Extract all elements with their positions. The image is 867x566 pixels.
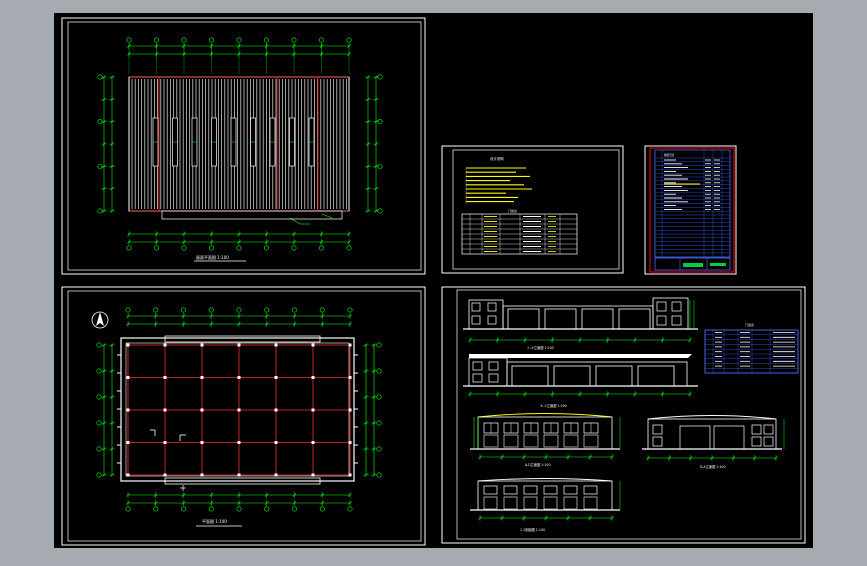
elevation-d-title: D-A立面图 1:100 [700, 464, 725, 469]
roof-plan-title: 屋面平面图 1:100 [196, 254, 229, 260]
door-table-title: 门窗表 [508, 208, 517, 213]
cad-viewport[interactable]: 屋面平面图 1:100 平面图 1:100 设计说明 门窗表 图纸目录 ①-⑨立… [0, 0, 867, 562]
index-title: 图纸目录 [664, 153, 675, 157]
elevation-b-title: ⑨-①立面图 1:100 [540, 403, 567, 408]
floor-plan-title: 平面图 1:100 [202, 518, 227, 524]
notes-title: 设计说明 [490, 156, 504, 161]
elevation-a-title: ①-⑨立面图 1:100 [527, 345, 554, 350]
section-title: 1-1剖面图 1:100 [520, 527, 545, 532]
svg-text:门窗表: 门窗表 [745, 322, 754, 327]
roof-skylights [152, 117, 315, 167]
elevation-c-title: A-D立面图 1:100 [525, 462, 550, 467]
